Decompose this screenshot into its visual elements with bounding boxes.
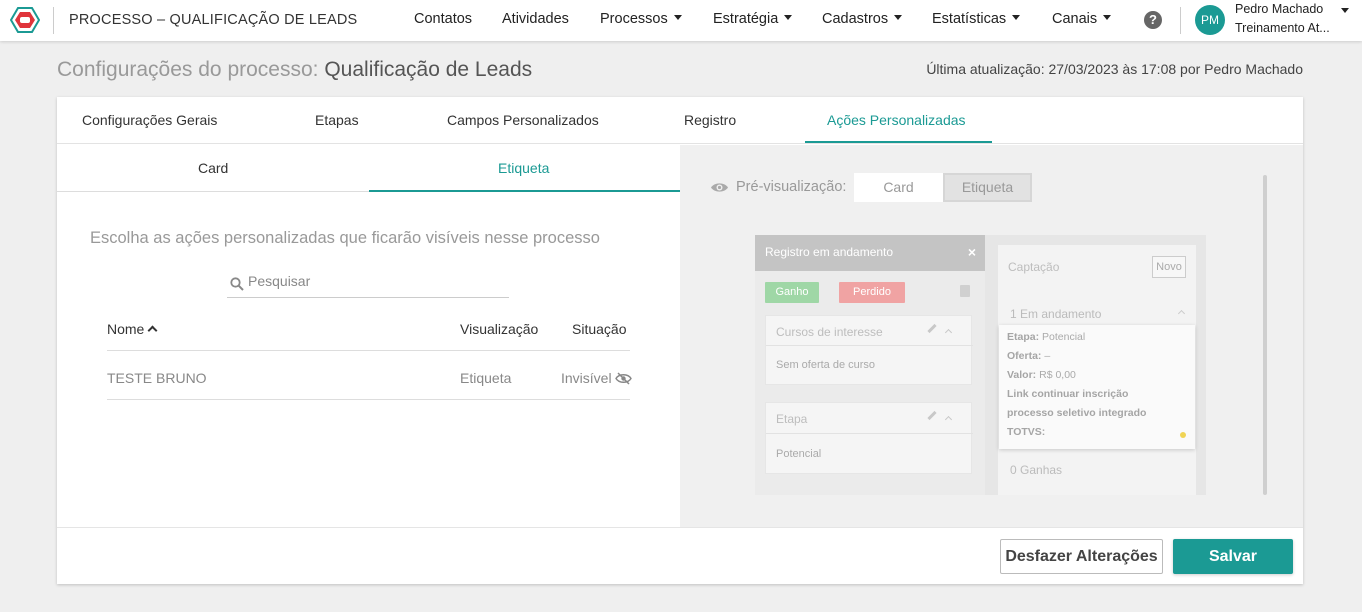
user-name[interactable]: Pedro Machado bbox=[1235, 2, 1323, 16]
tab-campos-personalizados[interactable]: Campos Personalizados bbox=[447, 112, 599, 128]
caret-down-icon bbox=[1012, 15, 1021, 20]
nav-atividades[interactable]: Atividades bbox=[502, 11, 569, 27]
mock-field-card: Etapa Potencial bbox=[765, 402, 973, 474]
eye-icon bbox=[711, 183, 728, 192]
divider bbox=[53, 7, 54, 34]
chevron-up-icon bbox=[944, 328, 953, 337]
etiqueta-line: Etapa: Potencial bbox=[1007, 331, 1086, 343]
nav-contatos[interactable]: Contatos bbox=[414, 11, 472, 27]
page-title-name: Qualificação de Leads bbox=[324, 58, 533, 81]
etiqueta-line: processo seletivo integrado bbox=[1007, 407, 1147, 419]
instructions-text: Escolha as ações personalizadas que fica… bbox=[90, 229, 600, 247]
column-header-view: Visualização bbox=[460, 321, 539, 337]
nav-estrategia[interactable]: Estratégia bbox=[713, 11, 793, 27]
column-header-status: Situação bbox=[572, 321, 627, 337]
trash-icon bbox=[960, 285, 970, 297]
divider bbox=[766, 433, 973, 434]
scrollbar[interactable] bbox=[1263, 175, 1267, 495]
chevron-up-icon bbox=[944, 415, 953, 424]
divider bbox=[57, 527, 1303, 528]
tab-configuracoes-gerais[interactable]: Configurações Gerais bbox=[82, 112, 217, 128]
mock-column-title: Captação bbox=[1008, 260, 1060, 274]
chevron-up-icon bbox=[1177, 309, 1186, 318]
divider bbox=[766, 345, 973, 346]
preview-pane: Pré-visualização: Card Etiqueta Registro… bbox=[680, 145, 1303, 527]
mock-record-panel: Registro em andamento × Ganho Perdido Cu… bbox=[755, 235, 985, 495]
tab-etapas[interactable]: Etapas bbox=[315, 112, 359, 128]
settings-panel: Configurações Gerais Etapas Campos Perso… bbox=[57, 97, 1303, 584]
mock-field-value: Sem oferta de curso bbox=[776, 359, 876, 371]
column-header-name[interactable]: Nome bbox=[107, 321, 158, 337]
actions-config-pane: Card Etiqueta Escolha as ações personali… bbox=[57, 145, 680, 527]
preview-card-button[interactable]: Card bbox=[854, 173, 943, 202]
etiqueta-line: Oferta: – bbox=[1007, 350, 1051, 362]
avatar[interactable]: PM bbox=[1195, 5, 1225, 35]
mock-field-card: Cursos de interesse Sem oferta de curso bbox=[765, 315, 973, 385]
divider bbox=[1180, 7, 1181, 34]
etiqueta-line: TOTVS: bbox=[1007, 426, 1046, 438]
preview-etiqueta-button[interactable]: Etiqueta bbox=[943, 173, 1032, 202]
mock-field-title: Etapa bbox=[776, 412, 808, 426]
status-dot bbox=[1180, 432, 1186, 438]
save-button[interactable]: Salvar bbox=[1173, 539, 1293, 574]
tab-bar: Configurações Gerais Etapas Campos Perso… bbox=[57, 97, 1303, 144]
page-title: Configurações do processo: Qualificação … bbox=[57, 58, 532, 82]
help-icon[interactable]: ? bbox=[1144, 11, 1162, 29]
mock-group-title: 0 Ganhas bbox=[1010, 463, 1063, 477]
caret-down-icon bbox=[784, 15, 793, 20]
nav-canais[interactable]: Canais bbox=[1052, 11, 1112, 27]
divider bbox=[107, 399, 630, 400]
user-subtitle[interactable]: Treinamento At... bbox=[1235, 21, 1330, 35]
preview-mockup: Registro em andamento × Ganho Perdido Cu… bbox=[755, 235, 1206, 495]
pencil-icon bbox=[927, 323, 937, 334]
caret-down-icon bbox=[673, 15, 682, 20]
subtab-etiqueta[interactable]: Etiqueta bbox=[498, 160, 549, 176]
caret-down-icon bbox=[894, 15, 903, 20]
mock-new-button: Novo bbox=[1152, 256, 1186, 278]
eye-slash-icon bbox=[615, 372, 633, 385]
mock-field-title: Cursos de interesse bbox=[776, 325, 883, 339]
app-logo-icon[interactable] bbox=[10, 7, 40, 33]
subtab-card[interactable]: Card bbox=[198, 160, 228, 176]
pencil-icon bbox=[927, 410, 937, 421]
row-name: TESTE BRUNO bbox=[107, 370, 207, 386]
mock-kanban-column: Captação Novo 1 Em andamento Etapa: Pote… bbox=[998, 245, 1196, 495]
active-tab-indicator bbox=[805, 141, 992, 143]
divider bbox=[107, 350, 630, 351]
search-icon bbox=[230, 277, 244, 291]
sort-asc-icon bbox=[147, 325, 158, 336]
mock-record-title: Registro em andamento bbox=[765, 245, 894, 259]
mock-etiqueta-card: Etapa: Potencial Oferta: – Valor: R$ 0,0… bbox=[999, 325, 1195, 449]
preview-toggle: Card Etiqueta bbox=[854, 173, 1032, 202]
subtab-bar: Card Etiqueta bbox=[57, 145, 680, 192]
etiqueta-line: Valor: R$ 0,00 bbox=[1007, 369, 1076, 381]
nav-processos[interactable]: Processos bbox=[600, 11, 682, 27]
user-menu-caret-icon[interactable] bbox=[1341, 8, 1349, 13]
nav-cadastros[interactable]: Cadastros bbox=[822, 11, 903, 27]
search-input[interactable] bbox=[248, 273, 498, 289]
active-subtab-indicator bbox=[369, 190, 680, 192]
tab-registro[interactable]: Registro bbox=[684, 112, 736, 128]
page-title-prefix: Configurações do processo: bbox=[57, 58, 319, 81]
search-box bbox=[227, 269, 509, 298]
mock-group-title: 1 Em andamento bbox=[1010, 307, 1102, 321]
caret-down-icon bbox=[1103, 15, 1112, 20]
etiqueta-line: Link continuar inscrição bbox=[1007, 388, 1129, 400]
mock-field-value: Potencial bbox=[776, 448, 822, 460]
nav-estatisticas[interactable]: Estatísticas bbox=[932, 11, 1021, 27]
last-update: Última atualização: 27/03/2023 às 17:08 … bbox=[926, 61, 1303, 77]
mock-record-header: Registro em andamento × bbox=[755, 235, 985, 271]
row-status-toggle[interactable]: Invisível bbox=[561, 370, 633, 386]
undo-changes-button[interactable]: Desfazer Alterações bbox=[1000, 539, 1163, 574]
tab-acoes-personalizadas[interactable]: Ações Personalizadas bbox=[827, 112, 966, 128]
mock-ganho-button: Ganho bbox=[765, 282, 819, 303]
app-title: PROCESSO – QUALIFICAÇÃO DE LEADS bbox=[69, 12, 358, 28]
mock-perdido-button: Perdido bbox=[839, 282, 905, 303]
close-icon: × bbox=[967, 244, 976, 260]
top-bar: PROCESSO – QUALIFICAÇÃO DE LEADS Contato… bbox=[0, 0, 1362, 41]
preview-label: Pré-visualização: bbox=[736, 179, 847, 195]
row-view: Etiqueta bbox=[460, 370, 512, 386]
